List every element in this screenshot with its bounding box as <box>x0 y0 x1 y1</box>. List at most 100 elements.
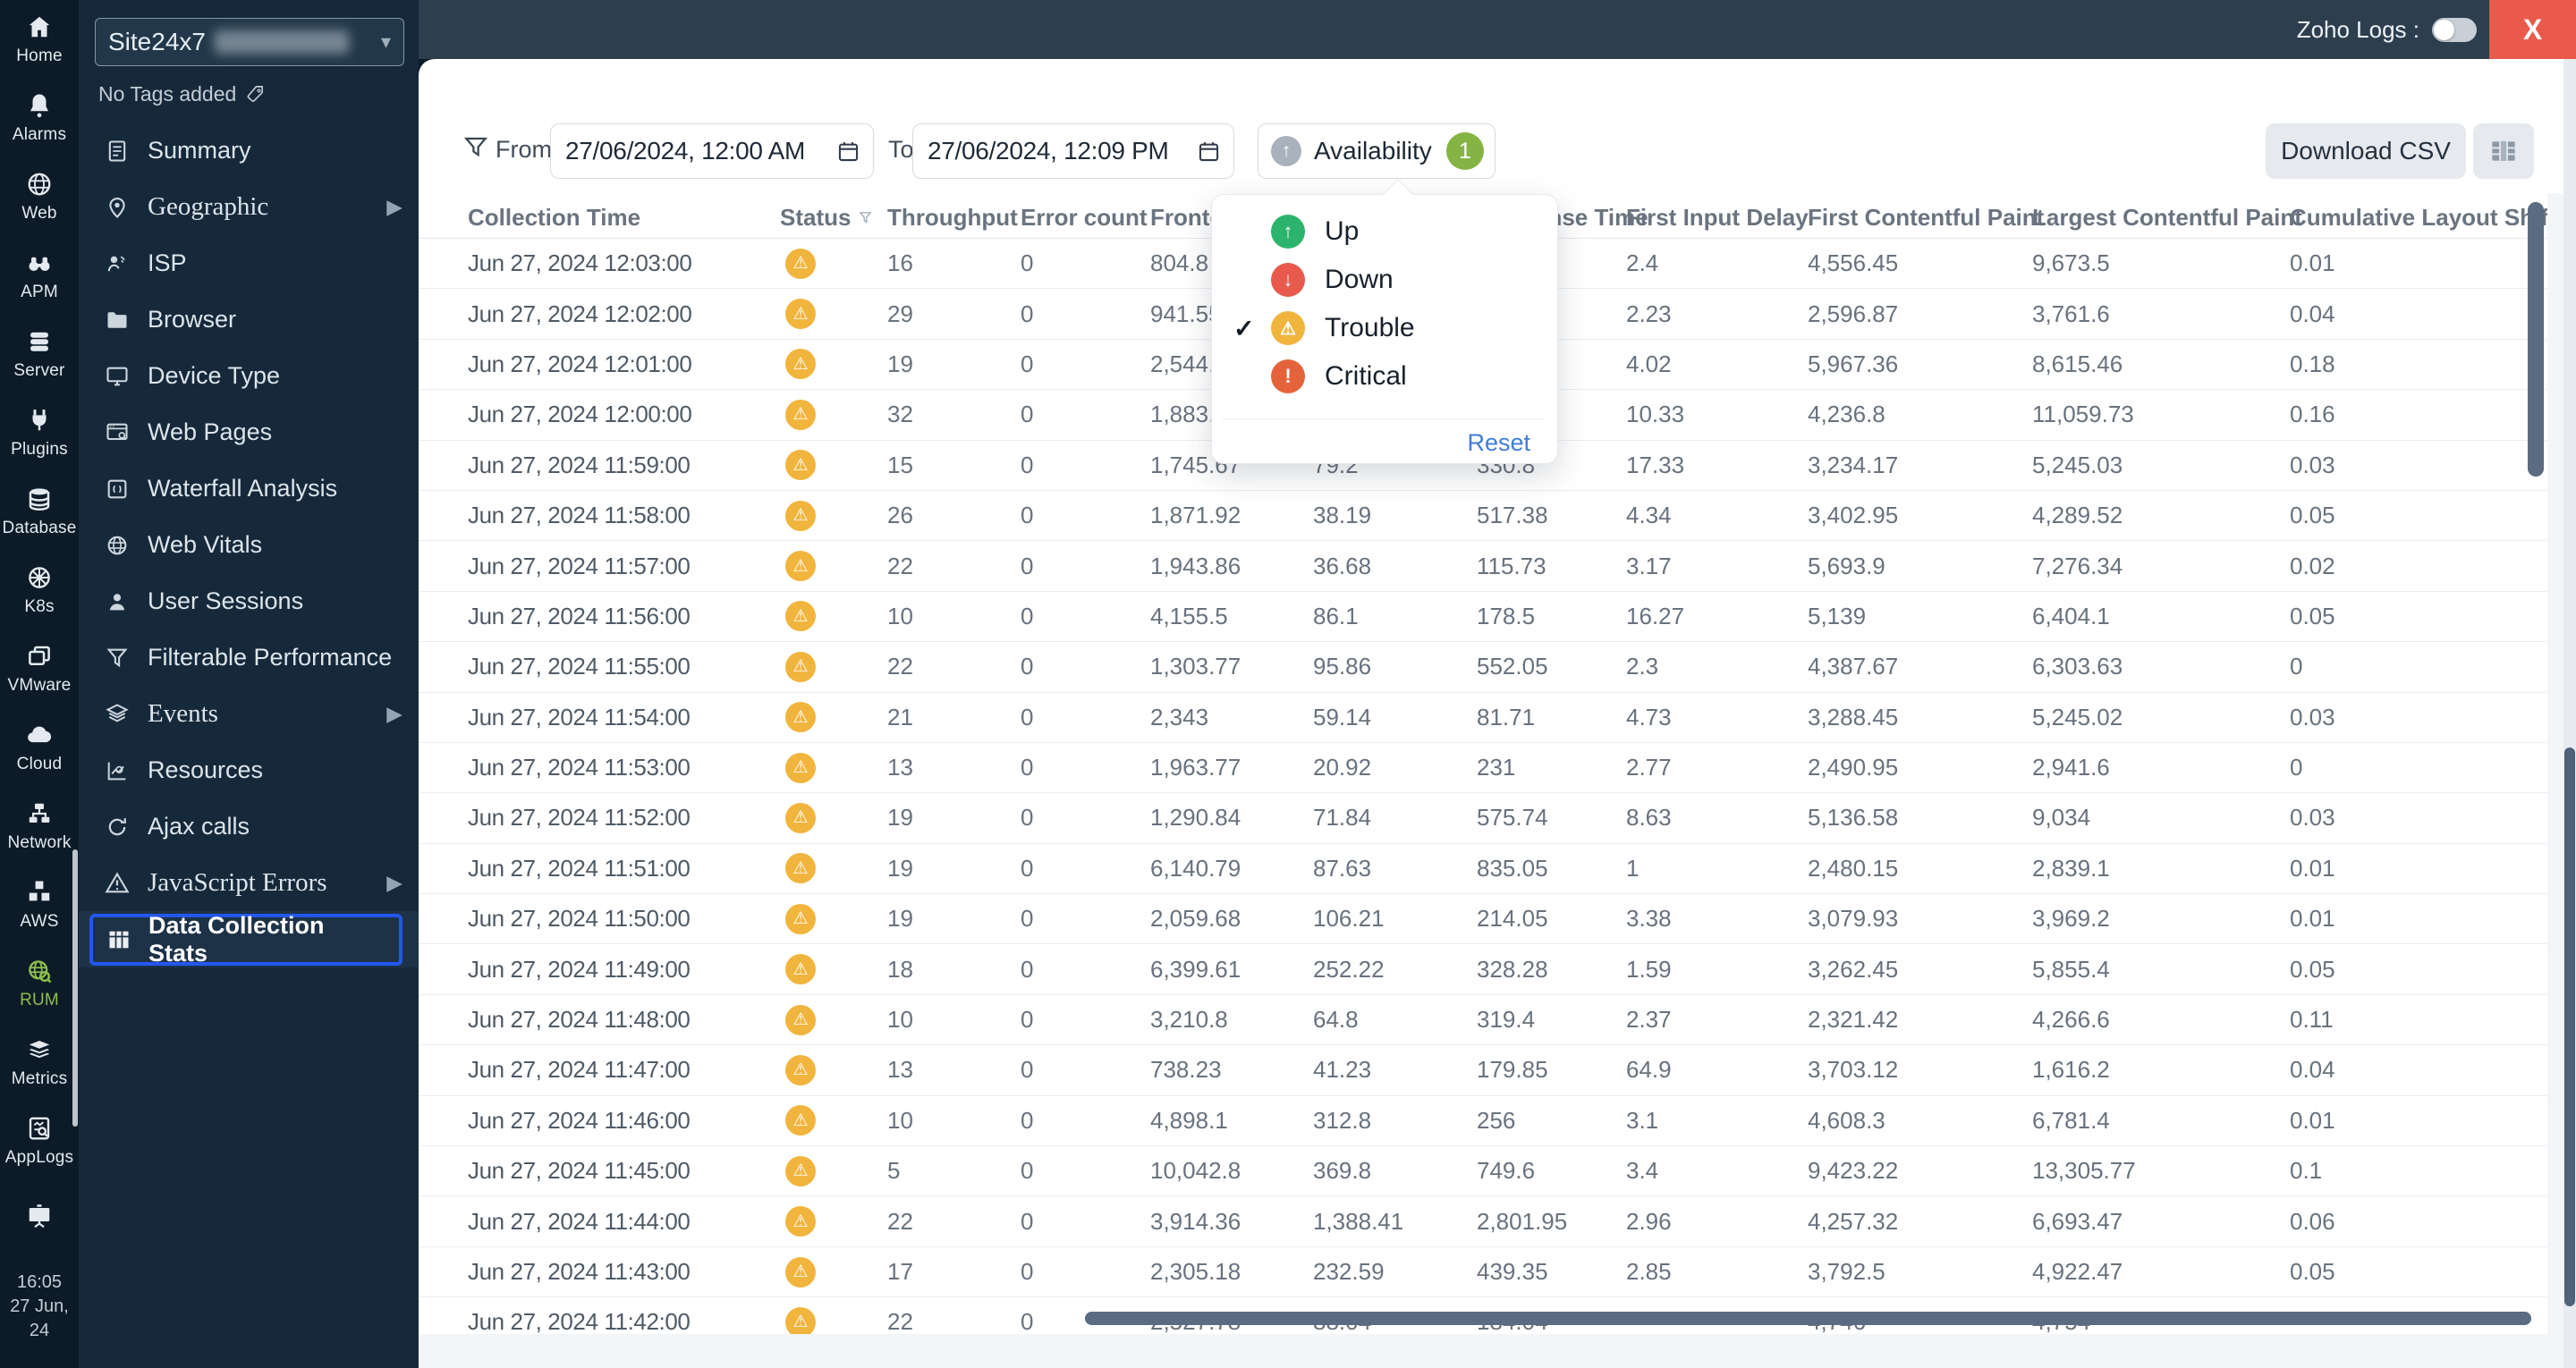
sidebar-item-waterfall-analysis[interactable]: Waterfall Analysis <box>79 460 419 517</box>
rail-item-k8s[interactable]: K8s <box>0 551 79 629</box>
status-option-critical[interactable]: ! Critical <box>1212 352 1557 401</box>
reset-link[interactable]: Reset <box>1467 429 1530 457</box>
table-row: Jun 27, 2024 11:44:00 ⚠ 22 0 3,914.36 1,388.4… <box>419 1196 2547 1247</box>
value-cell: 4,556.45 <box>1808 249 1899 277</box>
monitor-select[interactable]: Site24x7 ▾ <box>95 18 404 66</box>
close-button[interactable]: X <box>2489 0 2576 59</box>
status-option-up[interactable]: ↑ Up <box>1212 207 1557 256</box>
rail-item-database[interactable]: Database <box>0 472 79 551</box>
layers-icon <box>102 699 132 730</box>
status-option-down[interactable]: ↓ Down <box>1212 256 1557 304</box>
value-cell: 3.17 <box>1626 552 1672 579</box>
sidebar-item-data-collection-stats[interactable]: Data Collection Stats <box>79 911 419 967</box>
rail-item-label: Metrics <box>11 1068 68 1088</box>
sidebar-item-resources[interactable]: Resources <box>79 742 419 798</box>
sidebar-item-label: JavaScript Errors <box>148 868 327 897</box>
value-cell: 106.21 <box>1313 905 1385 933</box>
sidebar-item-web-vitals[interactable]: Web Vitals <box>79 517 419 573</box>
sidebar-item-events[interactable]: Events ▶ <box>79 686 419 742</box>
table-row: Jun 27, 2024 11:45:00 ⚠ 5 0 10,042.8 369.8 749… <box>419 1146 2547 1197</box>
value-cell: 319.4 <box>1477 1006 1536 1034</box>
value-cell: 1 <box>1626 854 1640 882</box>
rail-item-cloud[interactable]: Cloud <box>0 708 79 787</box>
vm-icon <box>29 646 50 665</box>
rail-item-network[interactable]: Network <box>0 787 79 866</box>
from-date-input[interactable]: 27/06/2024, 12:00 AM <box>550 123 874 179</box>
rail-item-home[interactable]: Home <box>0 0 79 79</box>
window-scrollbar[interactable] <box>2563 59 2576 1368</box>
rail-item-apm[interactable]: APM <box>0 236 79 315</box>
rail-item-vmware[interactable]: VMware <box>0 629 79 708</box>
table-row: Jun 27, 2024 11:51:00 ⚠ 19 0 6,140.79 87.63 83… <box>419 844 2547 895</box>
trouble-status-icon: ⚠ <box>785 954 816 985</box>
status-option-trouble[interactable]: ✓ ⚠ Trouble <box>1212 304 1557 352</box>
calendar-icon[interactable] <box>1197 139 1221 164</box>
horizontal-scrollbar-thumb[interactable] <box>1085 1312 2531 1325</box>
sidebar-item-filterable-performance[interactable]: Filterable Performance <box>79 629 419 686</box>
dropdown-separator <box>1223 418 1545 419</box>
value-cell: 0.01 <box>2290 249 2335 277</box>
user-icon <box>109 593 125 610</box>
rail-item-metrics[interactable]: Metrics <box>0 1023 79 1102</box>
sidebar-item-summary[interactable]: Summary <box>79 122 419 179</box>
table-row: Jun 27, 2024 11:47:00 ⚠ 13 0 738.23 41.23 179.… <box>419 1045 2547 1096</box>
rail-item-server[interactable]: Server <box>0 315 79 393</box>
rail-item-presentation-icon[interactable] <box>0 1180 79 1259</box>
window-scrollbar-thumb[interactable] <box>2564 747 2575 1306</box>
sidebar-item-browser[interactable]: Browser <box>79 291 419 348</box>
helm-icon <box>29 566 50 588</box>
zoho-logs-toggle[interactable] <box>2432 17 2477 42</box>
value-cell: 2,596.87 <box>1808 300 1899 327</box>
sidebar-item-javascript-errors[interactable]: JavaScript Errors ▶ <box>79 855 419 911</box>
rail-item-rum[interactable]: RUM <box>0 944 79 1023</box>
warning-icon <box>102 868 132 899</box>
to-date-input[interactable]: 27/06/2024, 12:09 PM <box>912 123 1234 179</box>
sidebar-item-ajax-calls[interactable]: Ajax calls <box>79 798 419 855</box>
rail-item-plugins[interactable]: Plugins <box>0 393 79 472</box>
value-cell: 0.02 <box>2290 552 2335 579</box>
value-cell: 2,343 <box>1150 703 1209 730</box>
no-tags[interactable]: No Tags added <box>98 82 266 106</box>
collection-time-cell: Jun 27, 2024 12:00:00 <box>468 401 692 428</box>
value-cell: 20.92 <box>1313 754 1372 781</box>
trouble-status-icon: ⚠ <box>785 752 816 783</box>
download-csv-button[interactable]: Download CSV <box>2266 123 2466 179</box>
rail-item-web[interactable]: Web <box>0 157 79 236</box>
value-cell: 3,402.95 <box>1808 502 1899 529</box>
globe-icon <box>28 173 51 195</box>
value-cell: 0 <box>1021 955 1034 983</box>
sidebar-item-geographic[interactable]: Geographic ▶ <box>79 179 419 235</box>
sidebar-item-label: Filterable Performance <box>148 644 393 671</box>
value-cell: 3.38 <box>1626 905 1672 933</box>
value-cell: 0 <box>1021 300 1034 327</box>
sidebar-item-isp[interactable]: ISP <box>79 235 419 291</box>
table-row: Jun 27, 2024 11:57:00 ⚠ 22 0 1,943.86 36.68 11… <box>419 541 2547 592</box>
cloud-icon <box>28 726 52 742</box>
zoho-logs-label: Zoho Logs : <box>2296 15 2419 43</box>
calendar-icon[interactable] <box>836 139 860 164</box>
value-cell: 2.37 <box>1626 1006 1672 1034</box>
presentation-icon <box>29 1203 50 1228</box>
vertical-scrollbar-thumb[interactable] <box>2528 202 2544 477</box>
webpage-icon <box>102 418 132 448</box>
status-cell: ⚠ <box>780 248 887 279</box>
value-cell: 2,059.68 <box>1150 905 1241 933</box>
rail-clock: 16:05 27 Jun, 24 <box>0 1271 79 1343</box>
value-cell: 64.8 <box>1313 1006 1359 1034</box>
rail-item-applogs[interactable]: AppLogs <box>0 1102 79 1180</box>
value-cell: 19 <box>887 804 913 832</box>
column-picker-button[interactable] <box>2473 123 2534 179</box>
value-cell: 2.85 <box>1626 1258 1672 1285</box>
from-label: From <box>496 136 552 163</box>
rail-item-alarms[interactable]: Alarms <box>0 79 79 157</box>
sidebar-item-user-sessions[interactable]: User Sessions <box>79 573 419 629</box>
availability-filter-button[interactable]: ↑ Availability 1 <box>1258 123 1496 179</box>
column-header-error-count: Error count <box>1021 204 1150 232</box>
sidebar-item-web-pages[interactable]: Web Pages <box>79 404 419 460</box>
trouble-status-icon: ⚠ <box>785 651 816 682</box>
sidebar-item-device-type[interactable]: Device Type <box>79 348 419 404</box>
rail-item-label: VMware <box>7 675 72 695</box>
value-cell: 0 <box>1021 502 1034 529</box>
rail-scrollbar[interactable] <box>72 849 78 1127</box>
rail-item-aws[interactable]: AWS <box>0 866 79 944</box>
